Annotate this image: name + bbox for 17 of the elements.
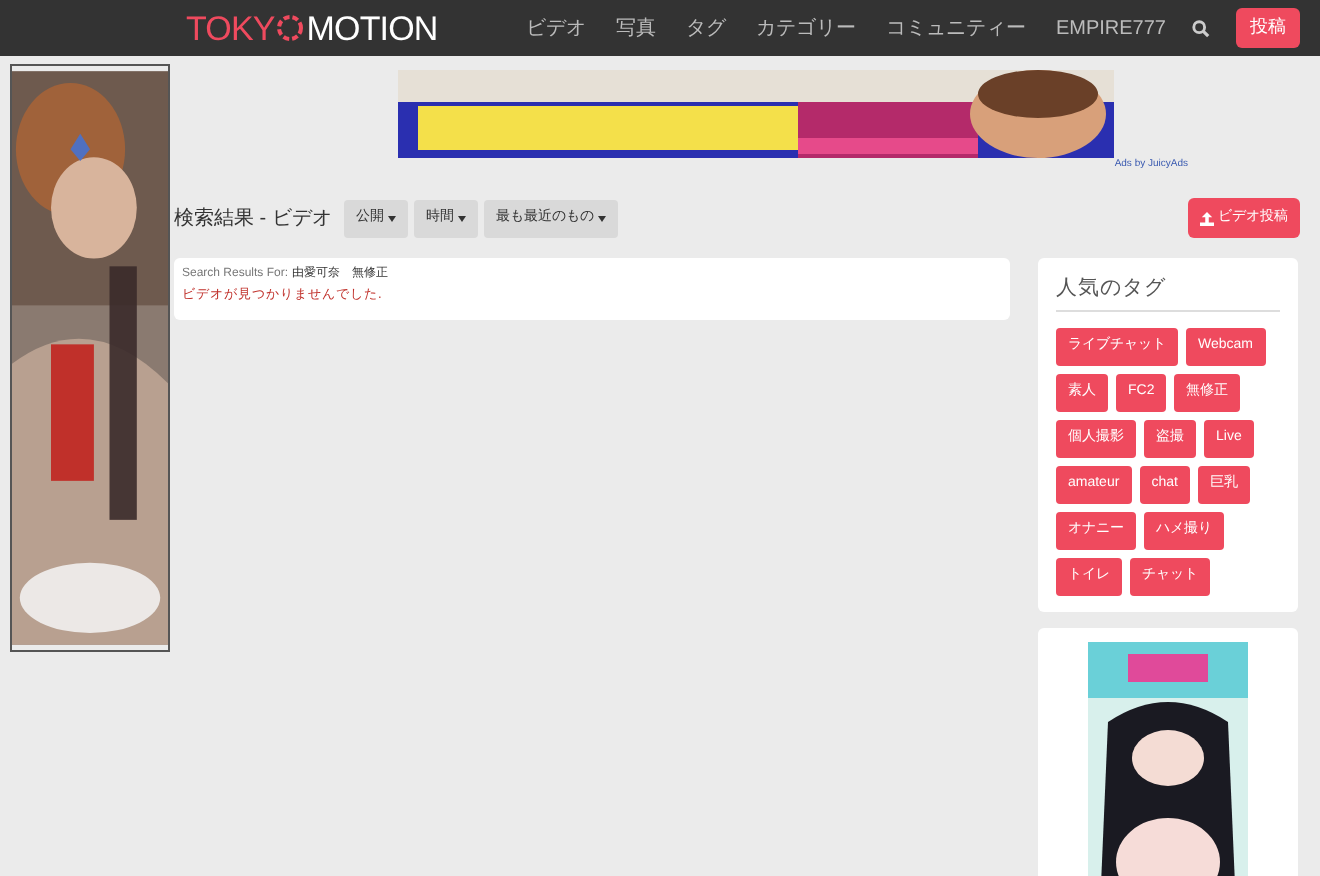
nav-link[interactable]: EMPIRE777 xyxy=(1055,13,1166,43)
logo-text[interactable]: TOKY xyxy=(186,11,275,45)
caret-icon xyxy=(457,215,466,221)
page-title: 検索結果 - ビデオ xyxy=(174,205,332,233)
nav-link[interactable]: 写真 xyxy=(615,13,656,43)
panel-title: 人気のタグ xyxy=(1056,274,1280,312)
nav-link[interactable]: タグ xyxy=(685,13,726,43)
caret-icon xyxy=(597,215,606,221)
nav-link[interactable]: カテゴリー xyxy=(755,13,856,43)
logo-text[interactable]: MOTION xyxy=(306,11,438,45)
caret-icon xyxy=(387,215,396,221)
post-button[interactable]: 投稿 xyxy=(1236,8,1300,48)
upload-icon xyxy=(1200,211,1214,225)
nav-link[interactable]: ビデオ xyxy=(525,13,586,43)
ring-icon xyxy=(276,14,305,42)
nav-link[interactable]: コミュニティー xyxy=(885,13,1026,43)
search-icon[interactable] xyxy=(1192,19,1210,37)
